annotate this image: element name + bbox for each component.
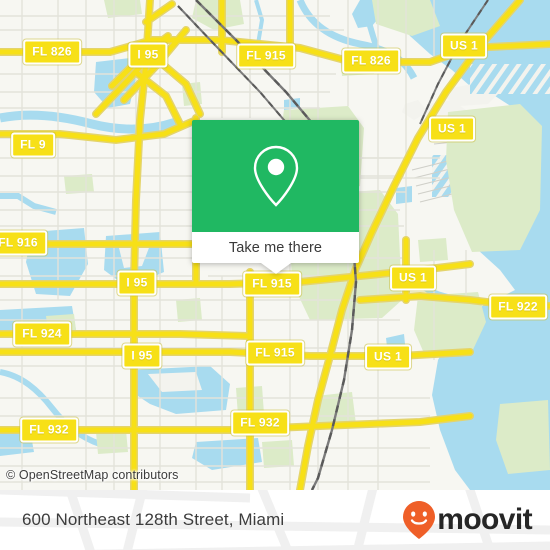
- moovit-logo[interactable]: moovit: [402, 500, 533, 540]
- road-shield: US 1: [441, 33, 487, 59]
- road-shield: FL 915: [246, 340, 304, 366]
- osm-attribution[interactable]: © OpenStreetMap contributors: [6, 468, 179, 482]
- moovit-wordmark: moovit: [437, 503, 532, 536]
- road-shield: US 1: [390, 265, 436, 291]
- footer-bar: 600 Northeast 128th Street, Miami moovit: [0, 490, 550, 550]
- location-pin-icon: [253, 145, 298, 207]
- road-shield: FL 915: [237, 43, 295, 69]
- take-me-there-label: Take me there: [228, 239, 323, 256]
- road-shield: FL 932: [20, 417, 78, 443]
- road-shield: I 95: [128, 42, 168, 68]
- road-shield: I 95: [122, 343, 162, 369]
- road-shield: FL 915: [243, 271, 301, 297]
- card-pointer-triangle: [260, 263, 291, 274]
- moovit-smiley-pin-icon: [403, 501, 436, 539]
- road-shield: FL 924: [13, 321, 71, 347]
- road-shield: FL 826: [342, 48, 400, 74]
- road-shield: I 95: [117, 270, 157, 296]
- card-image-area: [192, 120, 359, 232]
- road-shield: FL 916: [0, 230, 47, 256]
- road-shield: US 1: [365, 344, 411, 370]
- road-shield: FL 932: [231, 410, 289, 436]
- address-label: 600 Northeast 128th Street, Miami: [22, 510, 285, 529]
- take-me-there-button[interactable]: Take me there: [192, 232, 359, 274]
- road-shield: US 1: [429, 116, 475, 142]
- destination-card[interactable]: Take me there: [192, 120, 359, 274]
- road-shield: FL 826: [23, 39, 81, 65]
- moovit-map-screenshot: FL 826 I 95 FL 915 FL 826 US 1 US 1 FL 9 FL 916…: [0, 0, 550, 550]
- road-shield: FL 922: [489, 294, 547, 320]
- road-shield: FL 9: [11, 132, 55, 158]
